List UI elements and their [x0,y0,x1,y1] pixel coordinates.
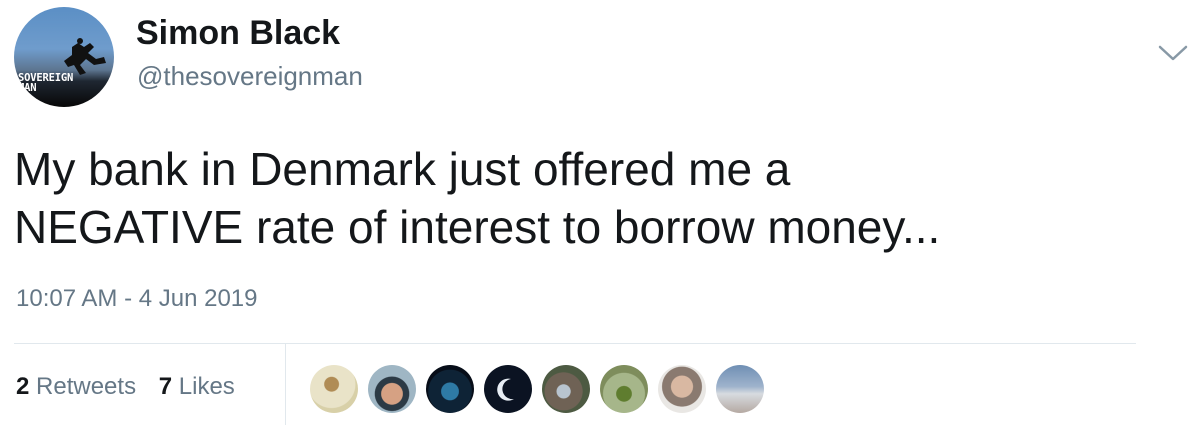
liker-avatar[interactable] [600,365,648,413]
retweets-stat[interactable]: 2 Retweets [16,372,136,402]
liker-avatar[interactable] [368,365,416,413]
chevron-down-icon[interactable] [1156,42,1190,64]
retweets-count: 2 [16,373,30,400]
tweet-text: My bank in Denmark just offered me a NEG… [14,143,941,253]
user-handle[interactable]: @thesovereignman [137,60,363,92]
display-name[interactable]: Simon Black [136,13,340,53]
liker-avatar[interactable] [426,365,474,413]
retweets-label: Retweets [36,373,137,400]
divider [14,343,1136,344]
tweet-stats: 2 Retweets 7 Likes [16,372,235,402]
liker-avatar[interactable] [658,365,706,413]
likes-count: 7 [158,373,173,400]
liker-avatar[interactable] [542,365,590,413]
avatar[interactable]: SOVEREIGN MAN [14,7,114,107]
tweet-timestamp[interactable]: 10:07 AM - 4 Jun 2019 [16,284,258,314]
avatar-logo-text: SOVEREIGN MAN [18,72,74,94]
stats-separator [285,344,286,425]
liker-avatar[interactable] [484,365,532,413]
liker-avatar[interactable] [716,365,764,413]
likes-label: Likes [178,373,235,400]
liker-avatar[interactable] [310,365,358,413]
moon-icon [497,378,514,401]
likes-stat[interactable]: 7 Likes [159,372,235,402]
